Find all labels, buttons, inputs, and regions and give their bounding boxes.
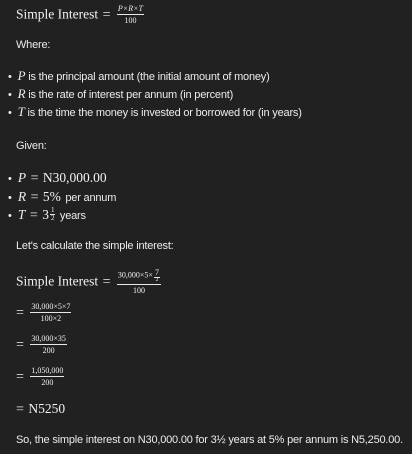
definition-symbol: R <box>17 86 26 101</box>
equals-sign: = <box>102 274 111 290</box>
given-item-t: • T = 312 years <box>8 206 86 224</box>
calc-label: Let's calculate the simple interest: <box>16 240 174 252</box>
formula-heading: Simple Interest = P×R×T 100 <box>16 4 144 25</box>
inner-fraction: 72 <box>153 268 160 283</box>
calc-step-3: = 30,000×35 200 <box>16 334 67 355</box>
step-lhs: Simple Interest <box>16 273 99 289</box>
formula-fraction: P×R×T 100 <box>116 4 144 25</box>
equals-sign: = <box>16 305 24 321</box>
formula-denominator: 100 <box>124 16 137 25</box>
definition-item-p: • P is the principal amount (the initial … <box>8 68 270 84</box>
bullet-icon: • <box>8 107 12 119</box>
where-label: Where: <box>16 39 51 51</box>
given-whole: 3 <box>42 207 49 222</box>
fraction-denominator: 2 <box>50 214 55 223</box>
step-denominator: 100 <box>132 286 145 295</box>
bullet-icon: • <box>8 173 12 185</box>
step-fraction: 1,050,000 200 <box>30 366 65 387</box>
given-value: 5% <box>42 189 61 204</box>
equals-sign: = <box>16 337 24 353</box>
given-suffix: per annum <box>65 192 117 204</box>
result-value: N5250 <box>28 401 66 416</box>
calc-step-1: Simple Interest = 30,000×5× 7 2 100 <box>16 268 161 295</box>
numerator-text: 30,000×5× <box>117 270 153 280</box>
definition-text: is the principal amount (the initial amo… <box>28 71 270 83</box>
step-denominator: 200 <box>42 346 55 355</box>
step-numerator: 30,000×5× 7 2 <box>116 268 161 285</box>
equals-sign: = <box>102 7 111 23</box>
bullet-icon: • <box>8 71 12 83</box>
given-value: N30,000.00 <box>42 170 107 185</box>
equals-sign: = <box>30 190 39 205</box>
step-fraction: 30,000×35 200 <box>30 334 67 355</box>
definition-text: is the time the money is invested or bor… <box>27 107 302 119</box>
given-label: Given: <box>16 140 47 152</box>
equals-sign: = <box>29 208 38 223</box>
calc-step-4: = 1,050,000 200 <box>16 366 65 387</box>
formula-lhs: Simple Interest <box>16 6 99 22</box>
definition-item-r: • R is the rate of interest per annum (in… <box>8 86 233 102</box>
equals-sign: = <box>30 171 39 186</box>
bullet-icon: • <box>8 192 12 204</box>
given-fraction: 12 <box>49 207 56 223</box>
calc-step-5: = N5250 <box>16 400 65 418</box>
definition-symbol: P <box>17 68 26 83</box>
given-symbol: P <box>17 170 27 185</box>
definition-text: is the rate of interest per annum (in pe… <box>28 89 234 101</box>
bullet-icon: • <box>8 89 12 101</box>
conclusion-text: So, the simple interest on N30,000.00 fo… <box>16 434 403 446</box>
given-item-p: • P = N30,000.00 <box>8 169 107 187</box>
step-numerator: 30,000×5×7 <box>30 302 72 313</box>
inner-denominator: 2 <box>155 277 159 283</box>
step-numerator: 30,000×35 <box>30 334 67 345</box>
definition-symbol: T <box>17 104 25 119</box>
given-suffix: years <box>59 210 86 222</box>
calc-step-2: = 30,000×5×7 100×2 <box>16 302 72 323</box>
bullet-icon: • <box>8 210 12 222</box>
equals-sign: = <box>16 402 24 417</box>
equals-sign: = <box>16 369 24 385</box>
formula-numerator: P×R×T <box>116 4 144 15</box>
step-numerator: 1,050,000 <box>30 366 65 377</box>
given-symbol: T <box>17 207 26 222</box>
step-denominator: 200 <box>41 378 54 387</box>
definition-item-t: • T is the time the money is invested or … <box>8 104 302 120</box>
step-fraction: 30,000×5× 7 2 100 <box>116 268 161 295</box>
given-symbol: R <box>17 189 27 204</box>
step-denominator: 100×2 <box>40 314 62 323</box>
given-item-r: • R = 5% per annum <box>8 188 116 206</box>
step-fraction: 30,000×5×7 100×2 <box>30 302 72 323</box>
